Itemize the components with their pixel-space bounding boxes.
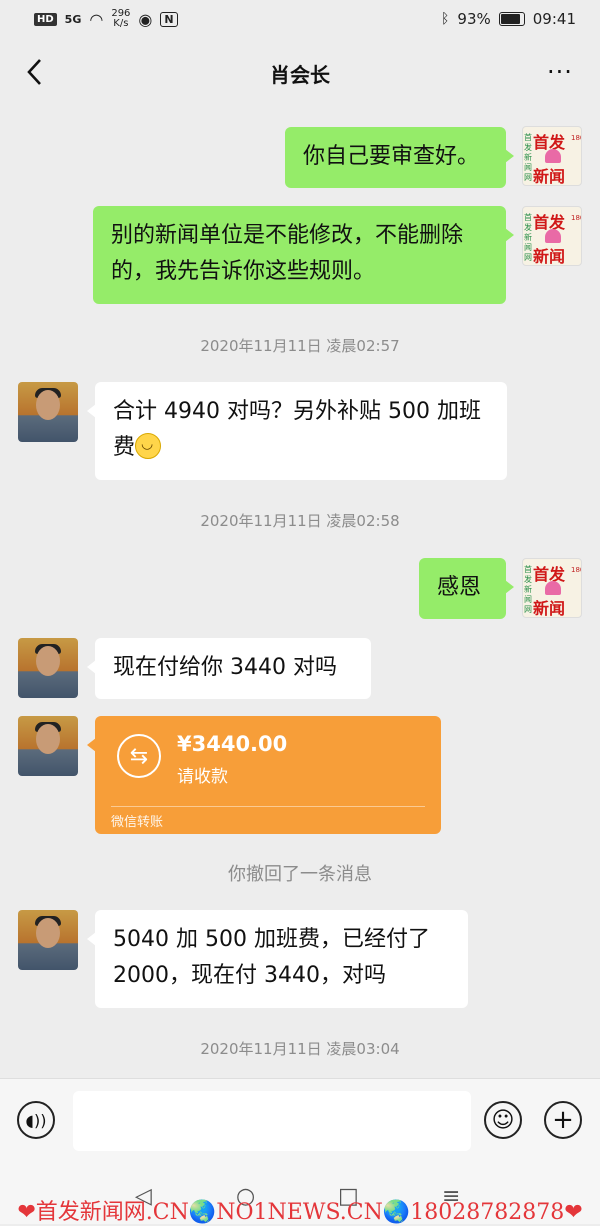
chat-messages[interactable]: 你自己要审查好。 首发新闻网 首发 新闻 180287828 别的新闻单位是不能… — [0, 108, 600, 1078]
smile-emoji-icon — [135, 433, 162, 459]
message-bubble-sent[interactable]: 你自己要审查好。 — [285, 127, 514, 188]
heart-icon — [545, 149, 561, 163]
message-text: 5040 加 500 加班费，已经付了 2000，现在付 3440，对吗 — [113, 927, 430, 988]
voice-icon: ◖)) — [25, 1110, 47, 1130]
message-timestamp: 2020年11月11日 凌晨03:04 — [200, 1040, 400, 1058]
contact-avatar[interactable] — [18, 910, 78, 970]
chat-title: 肖会长 — [270, 62, 330, 87]
wechat-transfer-card[interactable]: ⇆ ¥3440.00 请收款 微信转账 — [87, 716, 441, 834]
message-text: 感恩 — [437, 575, 482, 600]
emoji-icon: ☺ — [491, 1107, 515, 1133]
avatar-side-text: 首发新闻网 — [524, 565, 532, 614]
contact-avatar[interactable] — [18, 638, 78, 698]
more-options-button[interactable]: ··· — [538, 52, 582, 92]
transfer-amount: ¥3440.00 — [177, 732, 288, 756]
contact-avatar[interactable] — [18, 382, 78, 442]
battery-percent: 93% — [457, 10, 491, 28]
message-bubble-received[interactable]: 5040 加 500 加班费，已经付了 2000，现在付 3440，对吗 — [87, 910, 468, 1008]
net-speed-unit: K/s — [113, 18, 129, 29]
avatar-side-text: 首发新闻网 — [524, 213, 532, 262]
status-right: ᛒ 93% 09:41 — [441, 10, 576, 28]
message-text: 合计 4940 对吗？另外补贴 500 加班费 — [113, 399, 481, 460]
net-speed: 296 K/s — [111, 9, 130, 29]
eye-icon: ◉ — [138, 9, 153, 29]
watermark-text: ❤首发新闻网.CN🌏NO1NEWS.CN🌏18028782878❤ — [17, 1200, 583, 1225]
self-avatar[interactable]: 首发新闻网 首发 新闻 180287828 — [522, 206, 582, 266]
message-bubble-received[interactable]: 现在付给你 3440 对吗 — [87, 638, 371, 699]
status-left: HD 5G ◠ 296 K/s ◉ N — [34, 9, 178, 29]
avatar-text-bottom: 新闻 — [533, 247, 566, 266]
clock: 09:41 — [532, 10, 576, 28]
avatar-text-bottom: 新闻 — [533, 167, 566, 186]
heart-icon — [545, 581, 561, 595]
battery-icon — [498, 12, 525, 26]
self-avatar[interactable]: 首发新闻网 首发 新闻 180287828 — [522, 558, 582, 618]
avatar-face — [36, 390, 60, 420]
chat-header: 肖会长 ··· — [0, 38, 600, 108]
message-bubble-sent[interactable]: 感恩 — [419, 558, 514, 619]
avatar-text-bottom: 新闻 — [533, 599, 566, 618]
avatar-side-text-right: 180287828 — [571, 214, 581, 222]
transfer-divider — [111, 806, 425, 807]
hd-badge: HD — [34, 12, 57, 26]
message-text: 别的新闻单位是不能修改，不能删除的，我先告诉你这些规则。 — [111, 223, 464, 284]
transfer-footer: 微信转账 — [111, 815, 164, 830]
chevron-left-icon — [27, 59, 41, 85]
transfer-arrows-icon: ⇆ — [117, 734, 161, 778]
recall-notice: 你撤回了一条消息 — [228, 864, 372, 885]
voice-input-button[interactable]: ◖)) — [17, 1101, 55, 1139]
message-input-bar: ◖)) ☺ + — [0, 1078, 600, 1179]
contact-avatar[interactable] — [18, 716, 78, 776]
avatar-side-text-right: 180287828 — [571, 566, 581, 574]
nfc-icon: N — [160, 11, 178, 27]
self-avatar[interactable]: 首发新闻网 首发 新闻 180287828 — [522, 126, 582, 186]
bluetooth-icon: ᛒ — [441, 11, 450, 27]
message-text: 你自己要审查好。 — [303, 144, 480, 169]
plus-icon: + — [552, 1105, 574, 1135]
more-actions-button[interactable]: + — [544, 1101, 582, 1139]
message-bubble-sent[interactable]: 别的新闻单位是不能修改，不能删除的，我先告诉你这些规则。 — [93, 206, 514, 304]
message-bubble-received[interactable]: 合计 4940 对吗？另外补贴 500 加班费 — [87, 382, 507, 480]
message-timestamp: 2020年11月11日 凌晨02:58 — [200, 512, 400, 530]
avatar-side-text: 首发新闻网 — [524, 133, 532, 182]
avatar-face — [36, 918, 60, 948]
more-icon: ··· — [547, 58, 573, 86]
heart-icon — [545, 229, 561, 243]
signal-icon: 5G — [64, 12, 82, 26]
message-input[interactable] — [73, 1091, 471, 1151]
back-button[interactable] — [14, 52, 54, 92]
wifi-icon: ◠ — [89, 9, 104, 29]
avatar-side-text-right: 180287828 — [571, 134, 581, 142]
transfer-status: 请收款 — [177, 767, 228, 787]
message-timestamp: 2020年11月11日 凌晨02:57 — [200, 337, 400, 355]
avatar-face — [36, 724, 60, 754]
status-bar: HD 5G ◠ 296 K/s ◉ N ᛒ 93% 09:41 — [0, 0, 600, 38]
message-text: 现在付给你 3440 对吗 — [113, 655, 337, 680]
avatar-face — [36, 646, 60, 676]
emoji-button[interactable]: ☺ — [484, 1101, 522, 1139]
